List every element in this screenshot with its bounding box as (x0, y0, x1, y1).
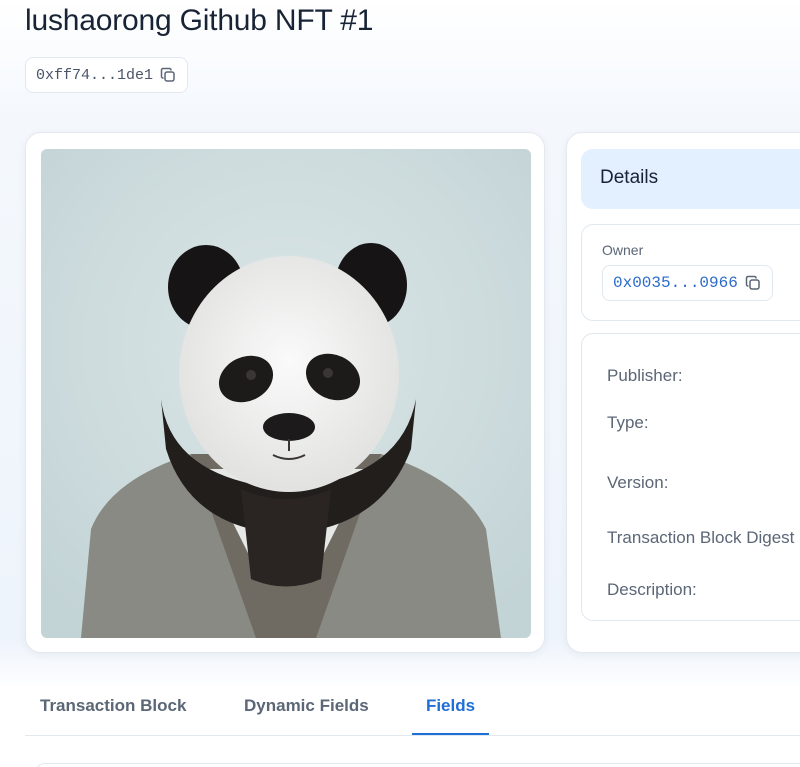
details-card: Details Owner 0x0035...0966 Publisher: T… (566, 132, 800, 653)
object-id-chip[interactable]: 0xff74...1de1 (25, 57, 189, 93)
details-header[interactable]: Details (581, 149, 800, 209)
tab-transaction-block[interactable]: Transaction Block (40, 680, 186, 735)
owner-address[interactable]: 0x0035...0966 (613, 274, 738, 292)
publisher-label: Publisher: (607, 366, 683, 385)
transaction-block-digest-label: Transaction Block Digest (607, 528, 795, 547)
object-id-text: 0xff74...1de1 (36, 66, 154, 84)
owner-address-chip[interactable]: 0x0035...0966 (602, 265, 773, 301)
fields-panel (35, 763, 800, 767)
nft-image-card (25, 132, 545, 653)
copy-icon[interactable] (159, 66, 177, 84)
tab-dynamic-fields[interactable]: Dynamic Fields (244, 680, 369, 735)
version-label: Version: (607, 473, 669, 492)
tab-fields[interactable]: Fields (412, 680, 489, 735)
owner-section: Owner 0x0035...0966 (581, 224, 800, 321)
description-label: Description: (607, 580, 697, 599)
metadata-section: Publisher: Type: Version: Transaction Bl… (581, 333, 800, 621)
nft-image[interactable] (41, 149, 531, 638)
owner-label: Owner (602, 242, 644, 258)
page-title: lushaorong Github NFT #1 (25, 4, 374, 37)
tab-bar: Transaction Block Dynamic Fields Fields (25, 680, 800, 736)
type-label: Type: (607, 413, 649, 432)
copy-icon[interactable] (744, 274, 762, 292)
